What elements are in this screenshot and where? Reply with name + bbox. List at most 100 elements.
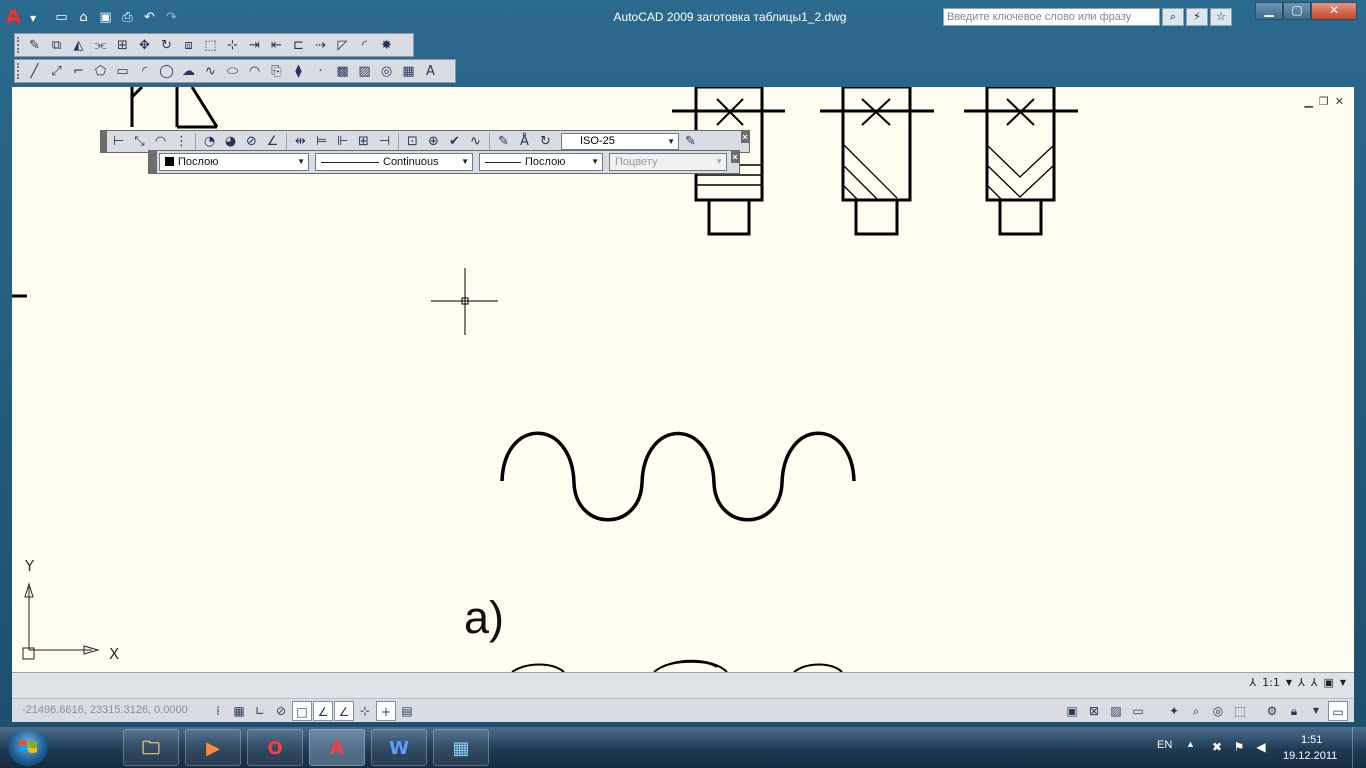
annotation-scale-icon[interactable]: ⅄ xyxy=(1249,676,1256,689)
polygon-icon[interactable]: ⬠ xyxy=(91,62,110,81)
auto-scale-icon[interactable]: ⅄ xyxy=(1311,676,1318,689)
quick-view-drawings-icon[interactable]: ▨ xyxy=(1106,701,1126,721)
application-menu-button[interactable]: A ▼ xyxy=(6,6,40,28)
clean-screen-icon[interactable]: ▭ xyxy=(1328,701,1348,721)
gradient-icon[interactable]: ▨ xyxy=(355,62,374,81)
dimension-text-edit-icon[interactable]: Å xyxy=(515,132,534,151)
dimension-style-icon[interactable]: ✎ xyxy=(681,132,700,151)
polyline-icon[interactable]: ⌐ xyxy=(69,62,88,81)
showmotion-icon[interactable]: ◎ xyxy=(1208,701,1228,721)
zoom-icon[interactable]: ⌕ xyxy=(1186,701,1206,721)
construction-line-icon[interactable]: ⤢ xyxy=(47,62,66,81)
jogged-dimension-icon[interactable]: ◕ xyxy=(221,132,240,151)
array-icon[interactable]: ⊞ xyxy=(113,36,132,55)
join-icon[interactable]: ⇢ xyxy=(311,36,330,55)
erase-icon[interactable]: ✎ xyxy=(25,36,44,55)
ordinate-dimension-icon[interactable]: ⋮ xyxy=(172,132,191,151)
continue-dimension-icon[interactable]: ⊩ xyxy=(333,132,352,151)
dimension-space-icon[interactable]: ⊞ xyxy=(354,132,373,151)
center-mark-icon[interactable]: ⊕ xyxy=(424,132,443,151)
show-hidden-icons-icon[interactable]: ▲ xyxy=(1186,739,1195,749)
fillet-icon[interactable]: ◜ xyxy=(355,36,374,55)
scale-icon[interactable]: ⧈ xyxy=(179,36,198,55)
dimension-update-icon[interactable]: ↻ xyxy=(536,132,555,151)
region-icon[interactable]: ◎ xyxy=(377,62,396,81)
search-icon[interactable]: ⌕ xyxy=(1162,8,1184,26)
taskbar-app-explorer[interactable]: 🗀︎ xyxy=(123,729,179,766)
lineweight-control-select[interactable]: Послою ▼ xyxy=(479,153,603,171)
cursor-coordinates[interactable]: -21496.6616, 23315.3126, 0.0000 xyxy=(22,704,188,716)
dynamic-ucs-icon[interactable]: ∠ xyxy=(334,701,354,721)
language-indicator[interactable]: EN xyxy=(1157,739,1172,751)
chevron-down-icon[interactable]: ▼ xyxy=(1286,678,1292,687)
toolbar-lock-icon[interactable]: ▣ xyxy=(1323,676,1333,689)
pan-icon[interactable]: ⬚ xyxy=(1230,701,1250,721)
chevron-down-icon[interactable]: ▼ xyxy=(1340,678,1346,687)
color-control-select[interactable]: Послою ▼ xyxy=(159,153,309,171)
hatch-icon[interactable]: ▩ xyxy=(333,62,352,81)
jogged-linear-icon[interactable]: ∿ xyxy=(466,132,485,151)
diameter-dimension-icon[interactable]: ⊘ xyxy=(242,132,261,151)
object-snap-icon[interactable]: □ xyxy=(292,701,312,721)
inspection-icon[interactable]: ✔ xyxy=(445,132,464,151)
close-toolbar-icon[interactable]: × xyxy=(741,131,749,143)
restore-drawing-icon[interactable]: ❐ xyxy=(1319,95,1329,108)
arc-length-icon[interactable]: ◠ xyxy=(151,132,170,151)
polar-tracking-icon[interactable]: ⊘ xyxy=(271,701,291,721)
rectangle-icon[interactable]: ▭ xyxy=(113,62,132,81)
object-snap-tracking-icon[interactable]: ∠ xyxy=(313,701,333,721)
ortho-mode-icon[interactable]: ∟ xyxy=(250,701,270,721)
table-icon[interactable]: ▦ xyxy=(399,62,418,81)
circle-icon[interactable]: ◯ xyxy=(157,62,176,81)
search-input[interactable]: Введите ключевое слово или фразу xyxy=(943,8,1160,26)
angular-dimension-icon[interactable]: ∠ xyxy=(263,132,282,151)
explode-icon[interactable]: ✸ xyxy=(377,36,396,55)
taskbar-app-media-player[interactable]: ▶ xyxy=(185,729,241,766)
undo-icon[interactable]: ↶ xyxy=(140,9,159,26)
aligned-dimension-icon[interactable]: ⤡ xyxy=(130,132,149,151)
network-warning-icon[interactable]: ✖ xyxy=(1210,740,1224,754)
copy-icon[interactable]: ⧉ xyxy=(47,36,66,55)
linetype-control-select[interactable]: Continuous ▼ xyxy=(315,153,473,171)
taskbar-app-word[interactable]: W xyxy=(371,729,427,766)
toolbar-grip[interactable] xyxy=(101,131,107,152)
snap-mode-icon[interactable]: ⁞ xyxy=(208,701,228,721)
arc-icon[interactable]: ◜ xyxy=(135,62,154,81)
clock-date[interactable]: 19.12.2011 xyxy=(1283,750,1337,762)
ellipse-icon[interactable]: ⬭ xyxy=(223,62,242,81)
point-icon[interactable]: · xyxy=(311,62,330,81)
minimize-button[interactable]: ▁ xyxy=(1255,2,1283,20)
dynamic-input-icon[interactable]: ⊹ xyxy=(355,701,375,721)
favorites-star-icon[interactable]: ☆ xyxy=(1210,8,1232,26)
make-block-icon[interactable]: ⧫ xyxy=(289,62,308,81)
communication-center-icon[interactable]: ⚡ xyxy=(1186,8,1208,26)
insert-block-icon[interactable]: ⎘ xyxy=(267,62,286,81)
print-icon[interactable]: ⎙ xyxy=(118,9,137,26)
show-desktop-button[interactable] xyxy=(1352,727,1366,768)
quick-properties-icon[interactable]: ▤ xyxy=(397,701,417,721)
extend-icon[interactable]: ⇥ xyxy=(245,36,264,55)
close-drawing-icon[interactable]: ✕ xyxy=(1335,95,1344,108)
spline-icon[interactable]: ∿ xyxy=(201,62,220,81)
clock-time[interactable]: 1:51 xyxy=(1301,734,1322,746)
minimize-drawing-icon[interactable]: ▁ xyxy=(1304,95,1312,108)
taskbar-app-control-panel[interactable]: ▦ xyxy=(433,729,489,766)
toolbar-grip[interactable] xyxy=(17,63,22,79)
revision-cloud-icon[interactable]: ☁ xyxy=(179,62,198,81)
tolerance-icon[interactable]: ⊡ xyxy=(403,132,422,151)
save-icon[interactable]: ▣ xyxy=(96,9,115,26)
linear-dimension-icon[interactable]: ⊢ xyxy=(109,132,128,151)
maximize-button[interactable]: ▢ xyxy=(1283,2,1311,20)
annotation-scale-value[interactable]: 1:1 xyxy=(1262,676,1280,689)
toolbar-grip[interactable] xyxy=(17,37,22,53)
lineweight-display-icon[interactable]: + xyxy=(376,701,396,721)
break-at-point-icon[interactable]: ⇤ xyxy=(267,36,286,55)
start-button[interactable] xyxy=(8,729,48,766)
model-space-icon[interactable]: ▣ xyxy=(1062,701,1082,721)
chevron-down-icon[interactable]: ▼ xyxy=(1306,701,1326,721)
lock-icon[interactable]: 🔒︎ xyxy=(1284,701,1304,721)
quick-view-layouts-icon[interactable]: ⊠ xyxy=(1084,701,1104,721)
volume-icon[interactable]: ◀ xyxy=(1254,740,1268,754)
quick-dimension-icon[interactable]: ⇹ xyxy=(291,132,310,151)
taskbar-app-opera[interactable]: O xyxy=(247,729,303,766)
